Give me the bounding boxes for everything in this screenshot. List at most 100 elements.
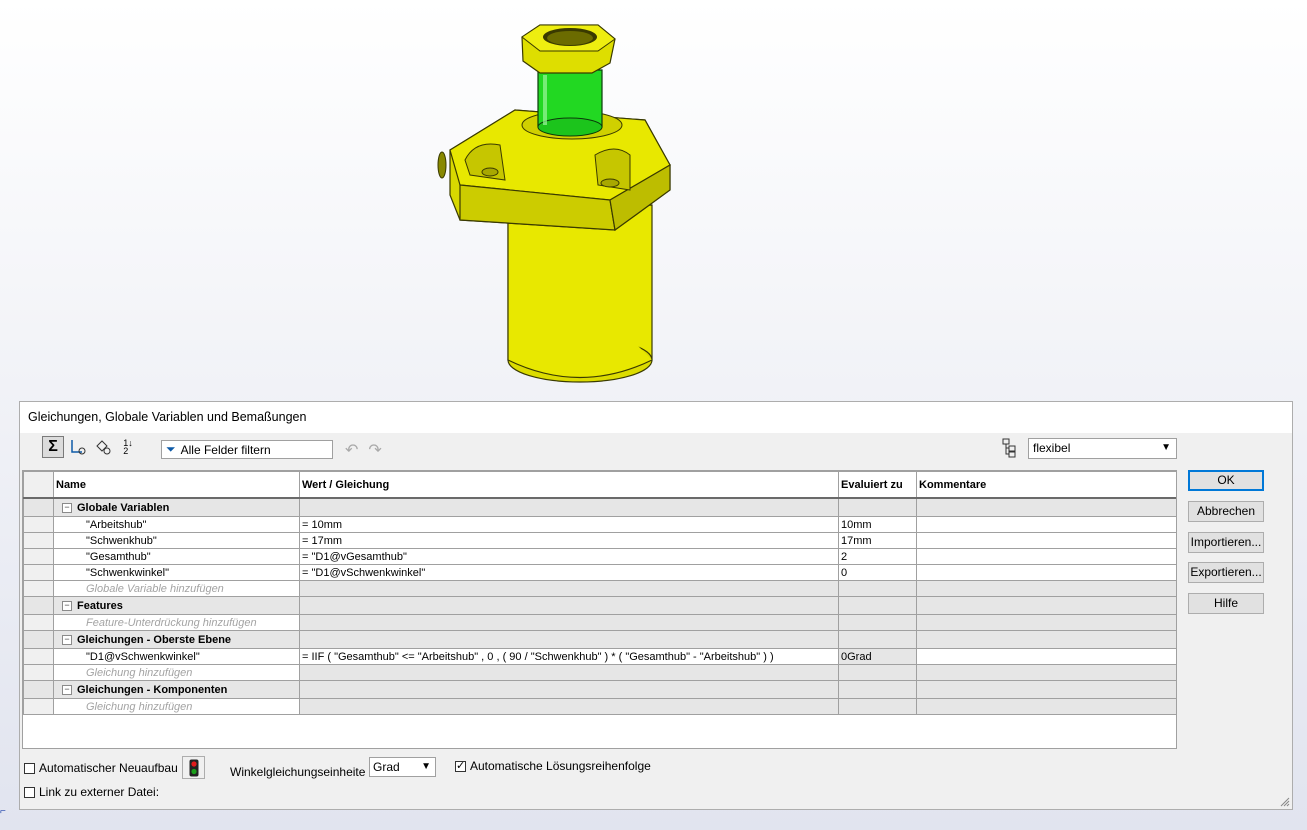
column-header-evaluated[interactable]: Evaluiert zu xyxy=(838,471,917,499)
add-global-variable[interactable]: Globale Variable hinzufügen xyxy=(53,580,300,597)
chevron-down-icon: ▼ xyxy=(1161,442,1171,453)
traffic-light-icon xyxy=(189,759,198,776)
ok-button[interactable]: OK xyxy=(1188,470,1264,491)
import-button[interactable]: Importieren... xyxy=(1188,532,1264,553)
tree-icon[interactable] xyxy=(1002,438,1018,458)
filter-field[interactable]: ⏷ Alle Felder filtern xyxy=(161,440,333,459)
row-selector[interactable] xyxy=(23,548,54,565)
row-selector[interactable] xyxy=(23,516,54,533)
group-title: Gleichungen - Oberste Ebene xyxy=(77,633,232,646)
row-selector[interactable] xyxy=(23,596,54,615)
filter-label: Alle Felder filtern xyxy=(180,442,271,457)
ordered-list-icon: 1↓ 2 xyxy=(123,438,133,456)
row-selector[interactable] xyxy=(23,564,54,581)
equations-table: Name Wert / Gleichung Evaluiert zu Komme… xyxy=(22,470,1177,749)
auto-solve-order-checkbox[interactable]: Automatische Lösungsreihenfolge xyxy=(455,759,651,773)
cell-comment[interactable] xyxy=(916,548,1176,565)
checkbox-box[interactable] xyxy=(24,762,35,774)
edge-marker: ⌐ xyxy=(0,806,6,817)
sketch-eye-icon xyxy=(71,440,86,455)
row-selector[interactable] xyxy=(23,614,54,631)
collapse-icon[interactable]: − xyxy=(62,634,72,645)
auto-rebuild-label: Automatischer Neuaufbau xyxy=(39,761,178,775)
cell-comment[interactable] xyxy=(916,564,1176,581)
cell-name[interactable]: "D1@vSchwenkwinkel" xyxy=(53,648,300,665)
column-header-value[interactable]: Wert / Gleichung xyxy=(299,471,839,499)
add-row: Gleichung hinzufügen xyxy=(23,664,1176,681)
units-value: flexibel xyxy=(1033,441,1071,455)
row-selector[interactable] xyxy=(23,664,54,681)
equations-dialog: Gleichungen, Globale Variablen und Bemaß… xyxy=(19,401,1293,810)
add-row: Feature-Unterdrückung hinzufügen xyxy=(23,614,1176,631)
resize-grip-icon[interactable] xyxy=(1278,795,1290,807)
view-toolbar: Σ 1↓ 2 xyxy=(42,436,139,458)
help-button[interactable]: Hilfe xyxy=(1188,593,1264,614)
row-selector[interactable] xyxy=(23,680,54,699)
cell-value[interactable]: = 10mm xyxy=(299,516,839,533)
chevron-down-icon: ▼ xyxy=(421,761,431,772)
sketch-equation-view-button[interactable] xyxy=(67,436,89,458)
group-title: Globale Variablen xyxy=(77,501,170,514)
row-selector[interactable] xyxy=(23,532,54,549)
cancel-button[interactable]: Abbrechen xyxy=(1188,501,1264,522)
checkbox-box[interactable] xyxy=(24,786,35,798)
cell-value[interactable]: = "D1@vGesamthub" xyxy=(299,548,839,565)
undo-icon[interactable]: ↶ xyxy=(345,440,358,460)
group-title: Gleichungen - Komponenten xyxy=(77,683,228,696)
auto-rebuild-checkbox[interactable]: Automatischer Neuaufbau xyxy=(24,761,178,775)
filter-icon: ⏷ xyxy=(166,442,176,456)
cell-name[interactable]: "Gesamthub" xyxy=(53,548,300,565)
collapse-icon[interactable]: − xyxy=(62,684,72,695)
column-header-name[interactable]: Name xyxy=(53,471,300,499)
link-external-file-checkbox[interactable]: Link zu externer Datei: xyxy=(24,785,159,799)
redo-icon[interactable]: ↷ xyxy=(368,440,381,460)
add-feature-suppression[interactable]: Feature-Unterdrückung hinzufügen xyxy=(53,614,300,631)
row-header-corner xyxy=(23,471,54,499)
table-row: "Gesamthub" = "D1@vGesamthub" 2 xyxy=(23,548,1176,565)
cell-name[interactable]: "Arbeitshub" xyxy=(53,516,300,533)
add-row: Gleichung hinzufügen xyxy=(23,698,1176,715)
row-selector[interactable] xyxy=(23,630,54,649)
add-equation-top[interactable]: Gleichung hinzufügen xyxy=(53,664,300,681)
ordered-view-button[interactable]: 1↓ 2 xyxy=(117,436,139,458)
cell-eval: 17mm xyxy=(838,532,917,549)
collapse-icon[interactable]: − xyxy=(62,600,72,611)
row-selector[interactable] xyxy=(23,580,54,597)
table-row: "D1@vSchwenkwinkel" = IIF ( "Gesamthub" … xyxy=(23,648,1176,665)
table-row: "Schwenkwinkel" = "D1@vSchwenkwinkel" 0 xyxy=(23,564,1176,581)
group-title: Features xyxy=(77,599,123,612)
angle-unit-label: Winkelgleichungseinheite xyxy=(230,765,366,779)
table-row: "Schwenkhub" = 17mm 17mm xyxy=(23,532,1176,549)
checkbox-box[interactable] xyxy=(455,759,466,772)
add-equation-components[interactable]: Gleichung hinzufügen xyxy=(53,698,300,715)
units-select[interactable]: flexibel ▼ xyxy=(1028,438,1177,459)
equation-view-button[interactable]: Σ xyxy=(42,436,64,458)
cell-comment[interactable] xyxy=(916,516,1176,533)
cell-eval: 0Grad xyxy=(838,648,917,665)
cell-comment[interactable] xyxy=(916,648,1176,665)
group-row-top-level-equations: − Gleichungen - Oberste Ebene xyxy=(23,630,1176,649)
column-header-comments[interactable]: Kommentare xyxy=(916,471,1176,499)
group-row-global-variables: − Globale Variablen xyxy=(23,497,1176,517)
sigma-icon: Σ xyxy=(48,438,58,455)
collapse-icon[interactable]: − xyxy=(62,502,72,513)
cell-comment[interactable] xyxy=(916,532,1176,549)
export-button[interactable]: Exportieren... xyxy=(1188,562,1264,583)
angle-unit-value: Grad xyxy=(373,760,400,774)
rebuild-button[interactable] xyxy=(182,756,205,779)
cell-name[interactable]: "Schwenkhub" xyxy=(53,532,300,549)
row-selector[interactable] xyxy=(23,497,54,517)
3d-model-viewport[interactable] xyxy=(420,15,700,395)
dimension-view-button[interactable] xyxy=(92,436,114,458)
link-external-file-label: Link zu externer Datei: xyxy=(39,785,160,799)
cell-eval: 2 xyxy=(838,548,917,565)
cell-eval: 10mm xyxy=(838,516,917,533)
cell-name[interactable]: "Schwenkwinkel" xyxy=(53,564,300,581)
row-selector[interactable] xyxy=(23,698,54,715)
cell-value[interactable]: = IIF ( "Gesamthub" <= "Arbeitshub" , 0 … xyxy=(299,648,839,665)
cell-value[interactable]: = "D1@vSchwenkwinkel" xyxy=(299,564,839,581)
group-row-features: − Features xyxy=(23,596,1176,615)
cell-value[interactable]: = 17mm xyxy=(299,532,839,549)
row-selector[interactable] xyxy=(23,648,54,665)
angle-unit-select[interactable]: Grad ▼ xyxy=(369,757,436,777)
